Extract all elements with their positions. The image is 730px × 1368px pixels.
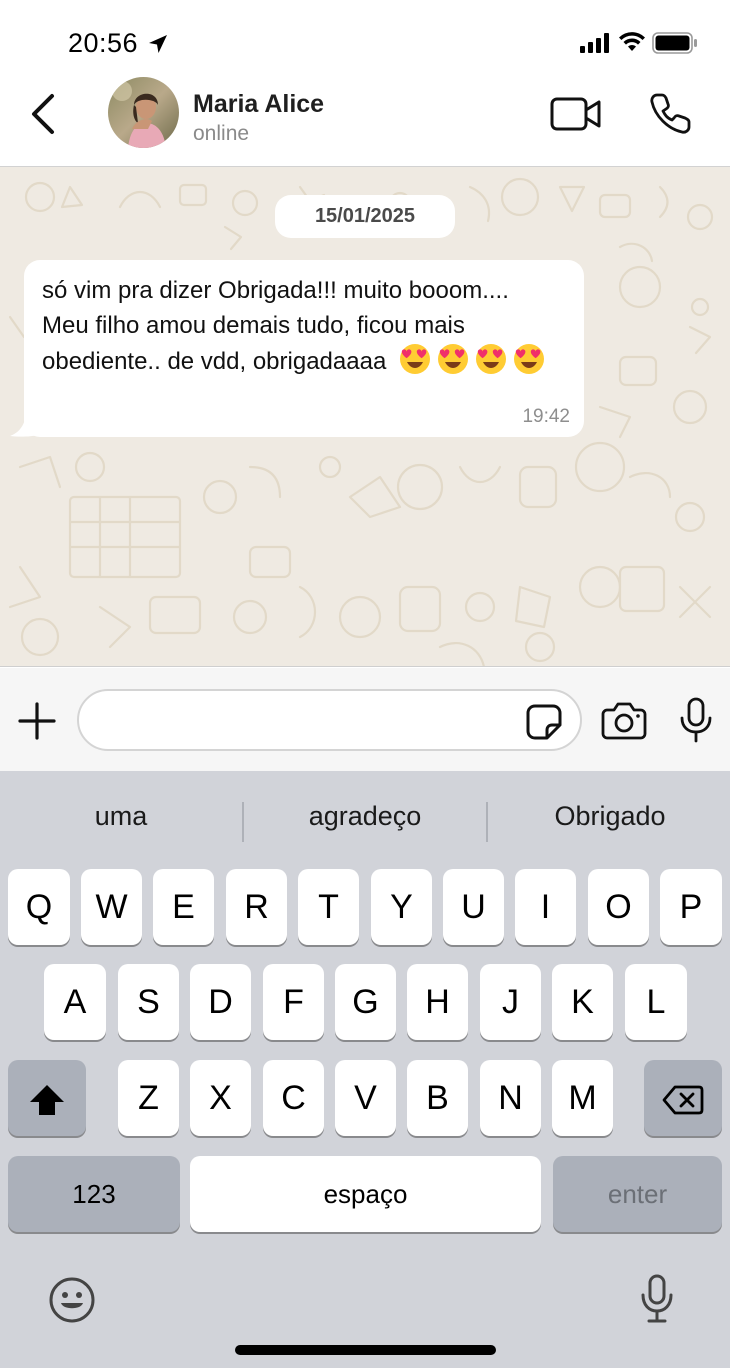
cellular-signal-icon xyxy=(580,33,609,53)
shift-icon xyxy=(30,1085,64,1116)
chat-area[interactable]: 15/01/2025 só vim pra dizer Obrigada!!! … xyxy=(0,167,730,667)
numbers-key[interactable]: 123 xyxy=(8,1156,180,1232)
key-i[interactable]: I xyxy=(515,869,576,945)
key-v[interactable]: V xyxy=(335,1060,396,1136)
camera-button[interactable] xyxy=(601,700,647,740)
key-d[interactable]: D xyxy=(190,964,251,1040)
suggestion-bar: uma agradeço Obrigado xyxy=(0,771,730,866)
key-n[interactable]: N xyxy=(480,1060,541,1136)
emoji-keyboard-button[interactable] xyxy=(48,1276,96,1324)
location-arrow-icon xyxy=(149,35,167,53)
video-call-button[interactable] xyxy=(549,94,603,134)
status-time: 20:56 xyxy=(68,28,139,58)
key-z[interactable]: Z xyxy=(118,1060,179,1136)
key-m[interactable]: M xyxy=(552,1060,613,1136)
key-j[interactable]: J xyxy=(480,964,541,1040)
heart-eyes-emoji-icon xyxy=(475,344,506,374)
home-indicator[interactable] xyxy=(235,1345,496,1355)
heart-eyes-emoji-icon xyxy=(513,344,544,374)
dictation-button[interactable] xyxy=(640,1273,674,1325)
suggestion-divider xyxy=(486,802,488,842)
key-o[interactable]: O xyxy=(588,869,649,945)
key-c[interactable]: C xyxy=(263,1060,324,1136)
message-input-bar xyxy=(0,668,730,771)
key-w[interactable]: W xyxy=(81,869,142,945)
plus-icon xyxy=(18,702,56,740)
shift-key[interactable] xyxy=(8,1060,86,1136)
avatar-photo xyxy=(108,77,179,148)
date-separator: 15/01/2025 xyxy=(275,195,455,238)
suggestion-item[interactable]: uma xyxy=(60,801,182,832)
key-x[interactable]: X xyxy=(190,1060,251,1136)
camera-icon xyxy=(601,702,647,740)
key-h[interactable]: H xyxy=(407,964,468,1040)
back-button[interactable] xyxy=(22,92,62,136)
incoming-message-bubble[interactable]: só vim pra dizer Obrigada!!! muito booom… xyxy=(24,260,584,437)
heart-eyes-emoji-icon xyxy=(437,344,468,374)
contact-name[interactable]: Maria Alice xyxy=(193,90,324,119)
message-text: só vim pra dizer Obrigada!!! muito booom… xyxy=(42,274,562,380)
dictation-mic-icon xyxy=(641,1274,673,1323)
back-chevron-icon xyxy=(32,94,54,134)
key-e[interactable]: E xyxy=(153,869,214,945)
suggestion-item[interactable]: Obrigado xyxy=(510,801,710,832)
status-bar: 20:56 xyxy=(0,0,730,80)
sticker-icon xyxy=(526,704,562,740)
heart-eyes-emoji-icon xyxy=(399,344,430,374)
key-s[interactable]: S xyxy=(118,964,179,1040)
key-k[interactable]: K xyxy=(552,964,613,1040)
suggestion-item[interactable]: agradeço xyxy=(265,801,465,832)
key-r[interactable]: R xyxy=(226,869,287,945)
backspace-icon xyxy=(662,1085,704,1115)
video-camera-icon xyxy=(550,97,601,131)
backspace-key[interactable] xyxy=(644,1060,722,1136)
microphone-icon xyxy=(680,697,712,743)
key-q[interactable]: Q xyxy=(8,869,70,945)
battery-icon xyxy=(652,32,697,54)
contact-avatar[interactable] xyxy=(108,77,179,148)
wifi-icon xyxy=(619,32,645,51)
keyboard: uma agradeço Obrigado Q W E R T Y U I O … xyxy=(0,771,730,1368)
sticker-button[interactable] xyxy=(525,703,563,741)
key-l[interactable]: L xyxy=(625,964,687,1040)
heart-eyes-emojis xyxy=(399,343,545,375)
contact-status: online xyxy=(193,122,250,145)
chat-header: Maria Alice online xyxy=(0,77,730,167)
phone-icon xyxy=(650,93,691,134)
voice-message-button[interactable] xyxy=(678,696,714,744)
message-input-container[interactable] xyxy=(77,689,582,751)
emoji-icon xyxy=(49,1277,95,1323)
message-timestamp: 19:42 xyxy=(522,406,570,427)
key-p[interactable]: P xyxy=(660,869,722,945)
space-key[interactable]: espaço xyxy=(190,1156,541,1232)
message-input[interactable] xyxy=(99,699,519,741)
key-a[interactable]: A xyxy=(44,964,106,1040)
attach-button[interactable] xyxy=(16,700,58,742)
key-y[interactable]: Y xyxy=(371,869,432,945)
key-t[interactable]: T xyxy=(298,869,359,945)
key-b[interactable]: B xyxy=(407,1060,468,1136)
key-u[interactable]: U xyxy=(443,869,504,945)
key-g[interactable]: G xyxy=(335,964,396,1040)
suggestion-divider xyxy=(242,802,244,842)
key-f[interactable]: F xyxy=(263,964,324,1040)
voice-call-button[interactable] xyxy=(648,92,692,136)
enter-key[interactable]: enter xyxy=(553,1156,722,1232)
